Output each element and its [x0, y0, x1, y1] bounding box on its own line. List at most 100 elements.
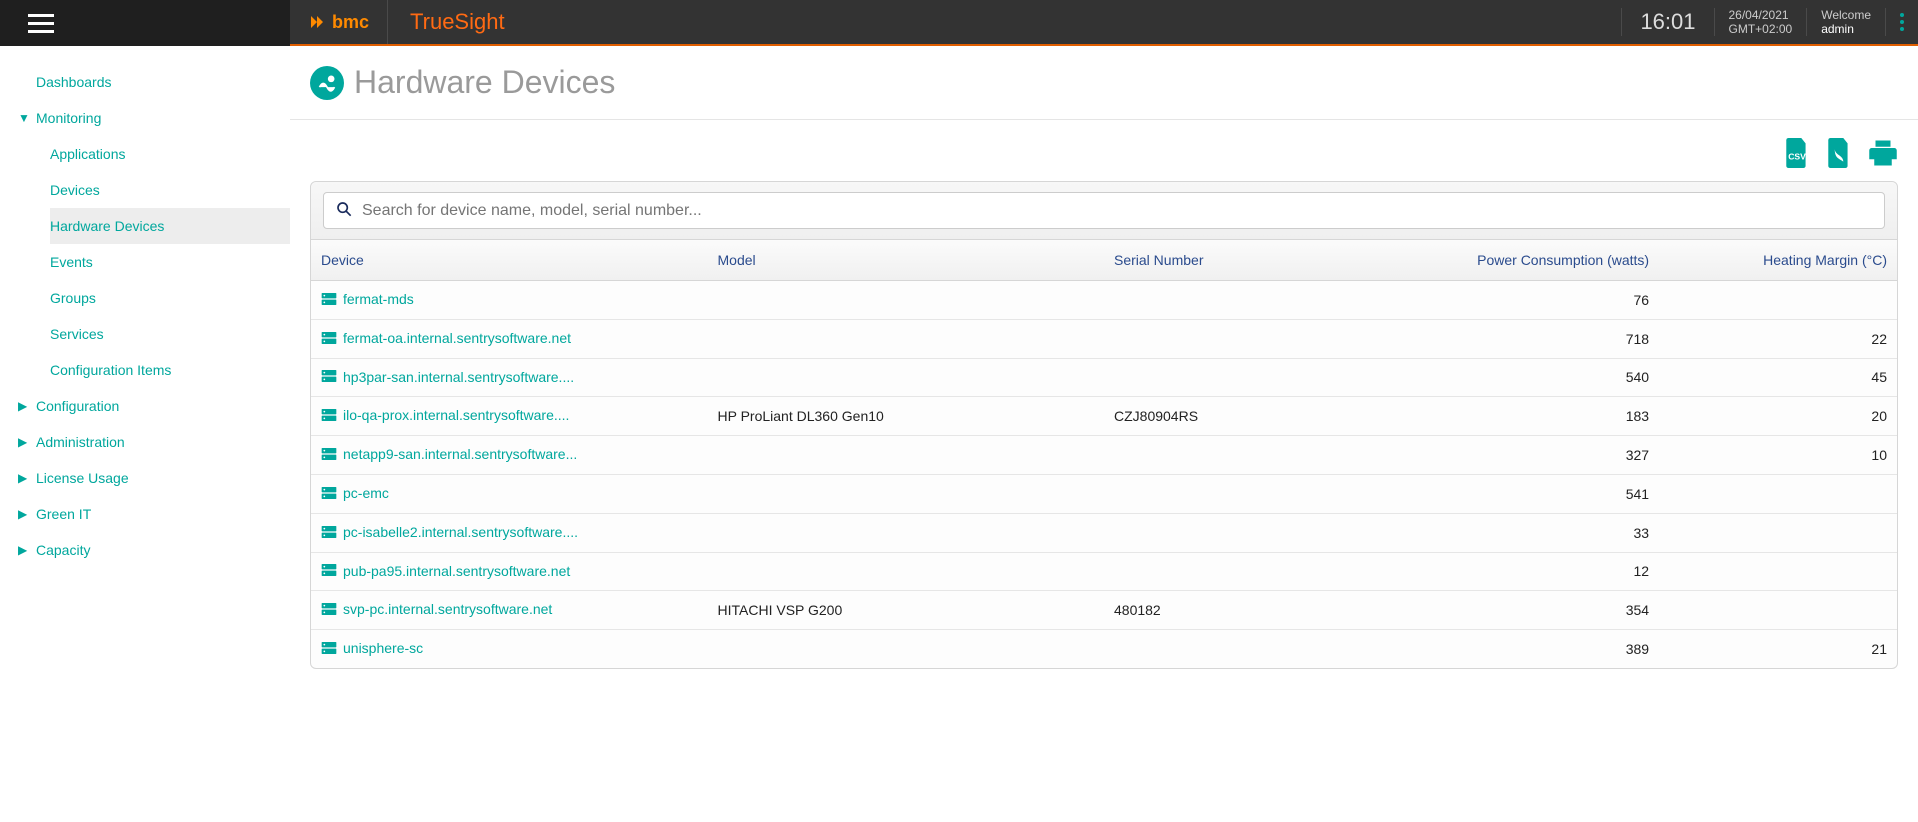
caret-right-icon: ▶	[18, 399, 30, 413]
table-row[interactable]: svp-pc.internal.sentrysoftware.netHITACH…	[311, 591, 1897, 630]
cell-device: pc-isabelle2.internal.sentrysoftware....	[311, 513, 708, 552]
sidebar-item-green-it[interactable]: ▶ Green IT	[0, 496, 290, 532]
search-row	[311, 182, 1897, 240]
cell-serial	[1104, 513, 1389, 552]
print-icon[interactable]	[1868, 138, 1898, 171]
cell-heat	[1659, 513, 1897, 552]
cell-model	[708, 436, 1105, 475]
table-row[interactable]: hp3par-san.internal.sentrysoftware.... 54…	[311, 358, 1897, 397]
devices-panel: Device Model Serial Number Power Consump…	[310, 181, 1898, 669]
caret-right-icon: ▶	[18, 507, 30, 521]
date-label: 26/04/2021	[1729, 8, 1793, 22]
hamburger-menu-icon[interactable]	[28, 9, 54, 38]
table-row[interactable]: netapp9-san.internal.sentrysoftware...32…	[311, 436, 1897, 475]
table-row[interactable]: pc-isabelle2.internal.sentrysoftware....…	[311, 513, 1897, 552]
caret-right-icon: ▶	[18, 471, 30, 485]
sidebar-item-dashboards[interactable]: Dashboards	[0, 64, 290, 100]
device-link[interactable]: pc-emc	[343, 485, 389, 501]
vertical-dots-icon	[1900, 10, 1904, 34]
server-icon	[321, 447, 337, 464]
device-link[interactable]: ilo-qa-prox.internal.sentrysoftware....	[343, 407, 569, 423]
cell-serial	[1104, 436, 1389, 475]
device-link[interactable]: pub-pa95.internal.sentrysoftware.net	[343, 563, 570, 579]
server-icon	[321, 525, 337, 542]
server-icon	[321, 408, 337, 425]
device-link[interactable]: netapp9-san.internal.sentrysoftware...	[343, 446, 577, 462]
cell-power: 540	[1389, 358, 1659, 397]
sidebar-item-monitoring[interactable]: ▼ Monitoring	[0, 100, 290, 136]
datetime-block: 26/04/2021 GMT+02:00	[1714, 8, 1807, 36]
sidebar-item-applications[interactable]: Applications	[50, 136, 290, 172]
sidebar-item-groups[interactable]: Groups	[50, 280, 290, 316]
cell-power: 33	[1389, 513, 1659, 552]
sidebar-label: Configuration Items	[50, 362, 171, 378]
table-row[interactable]: unisphere-sc38921	[311, 630, 1897, 668]
cell-model	[708, 281, 1105, 320]
sidebar-item-events[interactable]: Events	[50, 244, 290, 280]
cell-serial	[1104, 474, 1389, 513]
welcome-label: Welcome	[1821, 8, 1871, 22]
cell-serial	[1104, 358, 1389, 397]
sidebar-item-hardware-devices[interactable]: Hardware Devices	[50, 208, 290, 244]
sidebar-item-license-usage[interactable]: ▶ License Usage	[0, 460, 290, 496]
clock: 16:01	[1621, 8, 1713, 36]
device-link[interactable]: svp-pc.internal.sentrysoftware.net	[343, 601, 552, 617]
table-row[interactable]: pc-emc541	[311, 474, 1897, 513]
col-heat[interactable]: Heating Margin (°C)	[1659, 240, 1897, 281]
col-serial[interactable]: Serial Number	[1104, 240, 1389, 281]
sidebar-item-services[interactable]: Services	[50, 316, 290, 352]
device-link[interactable]: fermat-oa.internal.sentrysoftware.net	[343, 330, 571, 346]
cell-device: pub-pa95.internal.sentrysoftware.net	[311, 552, 708, 591]
search-box[interactable]	[323, 192, 1885, 229]
cell-serial: 480182	[1104, 591, 1389, 630]
cell-heat: 21	[1659, 630, 1897, 668]
cell-power: 183	[1389, 397, 1659, 436]
cell-device: svp-pc.internal.sentrysoftware.net	[311, 591, 708, 630]
cell-heat	[1659, 281, 1897, 320]
sidebar-label: Groups	[50, 290, 96, 306]
server-icon	[321, 331, 337, 348]
page-title-wrap: Hardware Devices	[290, 46, 1918, 119]
sidebar-label: Devices	[50, 182, 100, 198]
table-row[interactable]: pub-pa95.internal.sentrysoftware.net 12	[311, 552, 1897, 591]
sidebar-label: Services	[50, 326, 104, 342]
table-row[interactable]: ilo-qa-prox.internal.sentrysoftware....H…	[311, 397, 1897, 436]
cell-power: 12	[1389, 552, 1659, 591]
table-row[interactable]: fermat-mds76	[311, 281, 1897, 320]
username-label: admin	[1821, 22, 1871, 36]
caret-down-icon: ▼	[18, 111, 30, 125]
timezone-label: GMT+02:00	[1729, 22, 1793, 36]
sidebar-label: Events	[50, 254, 93, 270]
topbar: bmc TrueSight 16:01 26/04/2021 GMT+02:00…	[0, 0, 1918, 46]
sidebar-item-configuration-items[interactable]: Configuration Items	[50, 352, 290, 388]
col-power[interactable]: Power Consumption (watts)	[1389, 240, 1659, 281]
cell-device: hp3par-san.internal.sentrysoftware....	[311, 358, 708, 397]
cell-heat: 22	[1659, 319, 1897, 358]
cell-serial	[1104, 319, 1389, 358]
cell-serial	[1104, 630, 1389, 668]
bmc-text: bmc	[332, 12, 369, 33]
device-link[interactable]: unisphere-sc	[343, 640, 423, 656]
export-csv-icon[interactable]: CSV	[1784, 138, 1810, 171]
main-content: Hardware Devices CSV	[290, 46, 1918, 709]
export-pdf-icon[interactable]	[1826, 138, 1852, 171]
cell-model	[708, 552, 1105, 591]
col-device[interactable]: Device	[311, 240, 708, 281]
sidebar-label: Configuration	[36, 398, 119, 414]
sidebar-item-devices[interactable]: Devices	[50, 172, 290, 208]
device-link[interactable]: fermat-mds	[343, 291, 414, 307]
devices-table: Device Model Serial Number Power Consump…	[311, 240, 1897, 668]
search-input[interactable]	[362, 202, 1872, 220]
sidebar-item-administration[interactable]: ▶ Administration	[0, 424, 290, 460]
sidebar-label: License Usage	[36, 470, 129, 486]
sidebar-item-capacity[interactable]: ▶ Capacity	[0, 532, 290, 568]
sidebar-item-configuration[interactable]: ▶ Configuration	[0, 388, 290, 424]
header-options-menu[interactable]	[1885, 8, 1918, 36]
table-row[interactable]: fermat-oa.internal.sentrysoftware.net718…	[311, 319, 1897, 358]
server-icon	[321, 602, 337, 619]
col-model[interactable]: Model	[708, 240, 1105, 281]
sidebar-label: Monitoring	[36, 110, 101, 126]
cell-device: pc-emc	[311, 474, 708, 513]
device-link[interactable]: pc-isabelle2.internal.sentrysoftware....	[343, 524, 578, 540]
device-link[interactable]: hp3par-san.internal.sentrysoftware....	[343, 369, 574, 385]
